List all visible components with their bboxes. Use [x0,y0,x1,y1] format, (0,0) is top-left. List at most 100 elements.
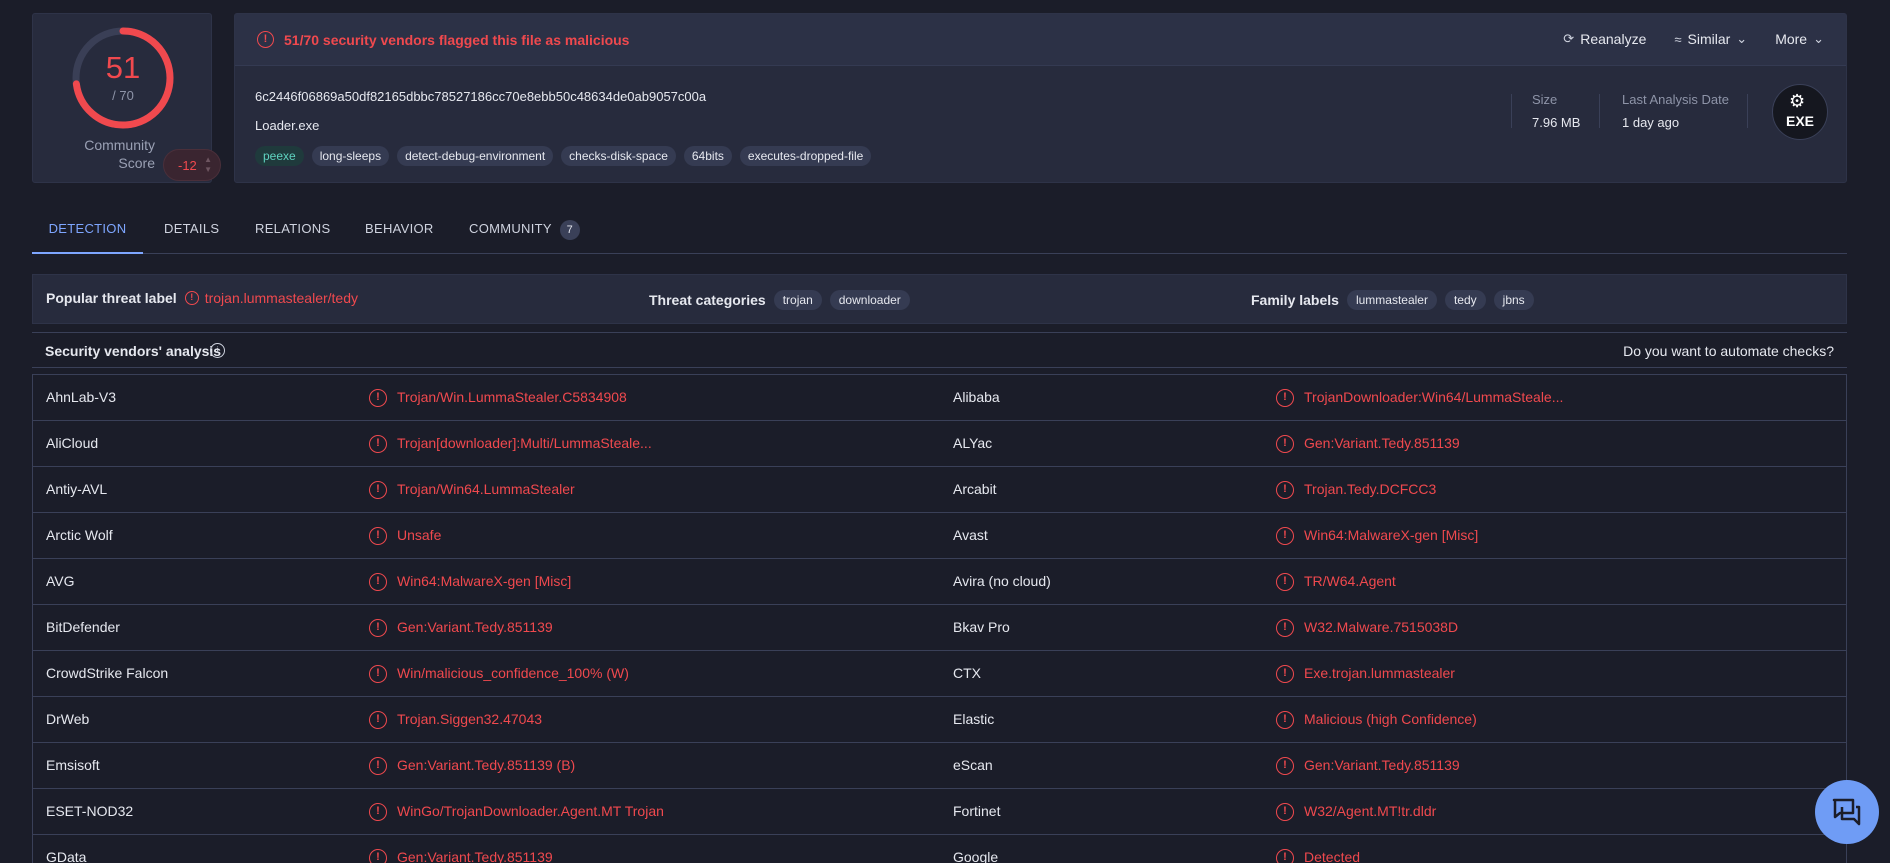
alert-icon: ! [1276,527,1294,545]
file-hash[interactable]: 6c2446f06869a50df82165dbbc78527186cc70e8… [255,89,706,104]
last-analysis-date: Last Analysis Date 1 day ago [1622,92,1729,130]
vendor-name: AliCloud [46,435,99,451]
alert-icon: ! [1276,803,1294,821]
tab-community[interactable]: COMMUNITY 7 [469,214,580,254]
popular-threat-value: trojan.lummastealer/tedy [204,290,358,306]
vendor-name: Avast [953,527,988,543]
malicious-alert-text: 51/70 security vendors flagged this file… [284,32,630,48]
divider [1599,94,1600,128]
alert-icon: ! [369,527,387,545]
threat-category-pill[interactable]: trojan [773,290,822,310]
file-size-label: Size [1532,92,1558,107]
vendor-result: Malicious (high Confidence) [1304,711,1477,727]
file-tag[interactable]: long-sleeps [311,146,390,166]
chat-icon [1832,798,1861,826]
vendor-name: Bkav Pro [953,619,1010,635]
file-tag[interactable]: checks-disk-space [561,146,676,166]
vendor-name: CTX [953,665,981,681]
family-label-pill[interactable]: lummastealer [1346,290,1437,310]
alert-icon: ! [369,849,387,863]
chat-button[interactable] [1815,780,1879,844]
tab-relations[interactable]: RELATIONS [255,214,330,254]
vendor-result: Trojan.Siggen32.47043 [397,711,543,727]
table-row: Arctic Wolf! Unsafe Avast! Win64:MalwareX-g… [33,513,1846,559]
popular-threat-label: Popular threat label ! trojan.lummasteal… [46,290,358,306]
more-button[interactable]: More ⌄ [1775,31,1824,47]
vendor-result: Trojan.Tedy.DCFCC3 [1304,481,1437,497]
gear-icon: ⚙ [1789,91,1806,111]
vendor-name: AVG [46,573,75,589]
vendor-name: Elastic [953,711,995,727]
file-type-badge: ⚙ EXE [1772,84,1828,140]
file-tag[interactable]: detect-debug-environment [397,146,554,166]
vendor-result: Gen:Variant.Tedy.851139 [397,849,553,863]
alert-icon: ! [369,757,387,775]
family-labels: Family labels lummastealer tedy jbns [1251,290,1534,310]
divider [1747,94,1748,128]
file-tag[interactable]: 64bits [683,146,732,166]
vendor-result: Detected [1304,849,1361,863]
file-size-value: 7.96 MB [1532,115,1581,130]
community-score-label: Community Score [84,137,155,171]
community-count-badge: 7 [559,220,580,240]
table-row: ESET-NOD32! WinGo/TrojanDownloader.Agent.… [33,789,1846,835]
tab-behavior[interactable]: BEHAVIOR [365,214,434,254]
vote-arrows-icon[interactable]: ▲ ▼ [204,155,212,175]
alert-icon: ! [369,573,387,591]
vendors-analysis-header: Security vendors' analysis i Do you want… [32,332,1847,368]
alert-icon: ! [1276,573,1294,591]
vendor-result: Unsafe [397,527,442,543]
last-analysis-label: Last Analysis Date [1622,92,1729,107]
alert-icon: ! [369,389,387,407]
info-icon[interactable]: i [210,343,225,358]
refresh-icon: ⟳ [1563,31,1575,46]
chevron-down-icon: ⌄ [1736,31,1748,46]
alert-icon: ! [1276,711,1294,729]
vendor-result: Gen:Variant.Tedy.851139 [1304,757,1460,773]
table-row: BitDefender! Gen:Variant.Tedy.851139 Bkav … [33,605,1846,651]
table-row: AhnLab-V3! Trojan/Win.LummaStealer.C58349… [33,375,1846,421]
vendor-name: Fortinet [953,803,1001,819]
family-label-pill[interactable]: tedy [1444,290,1486,310]
vendor-result: Win64:MalwareX-gen [Misc] [397,573,572,589]
vendor-name: Arcabit [953,481,997,497]
alert-icon: ! [1276,619,1294,637]
file-size: Size 7.96 MB [1532,92,1580,130]
vendor-result: Gen:Variant.Tedy.851139 [1304,435,1460,451]
alert-icon: ! [184,291,199,305]
vendor-name: ESET-NOD32 [46,803,134,819]
threat-category-pill[interactable]: downloader [829,290,910,310]
similar-button[interactable]: ≈ Similar ⌄ [1674,31,1747,47]
file-summary-card: ! 51/70 security vendors flagged this fi… [234,13,1847,183]
vendor-name: ALYac [953,435,993,451]
file-type-label: EXE [1785,113,1814,129]
vendor-name: BitDefender [46,619,120,635]
table-row: GData! Gen:Variant.Tedy.851139 Google! Dete… [33,835,1846,863]
vendor-name: Google [953,849,999,863]
vendor-name: Antiy-AVL [46,481,108,497]
reanalyze-button[interactable]: ⟳ Reanalyze [1563,31,1646,47]
vendor-result: W32/Agent.MT!tr.dldr [1304,803,1437,819]
similar-icon: ≈ [1674,31,1682,47]
file-tag[interactable]: executes-dropped-file [739,146,872,166]
file-tag[interactable]: peexe [255,146,304,166]
alert-icon: ! [369,435,387,453]
last-analysis-value: 1 day ago [1622,115,1680,130]
alert-icon: ! [369,665,387,683]
community-score-widget[interactable]: -12 ▲ ▼ [163,149,221,181]
table-row: Antiy-AVL! Trojan/Win64.LummaStealer Arcab… [33,467,1846,513]
vendor-name: CrowdStrike Falcon [46,665,169,681]
automate-checks-link[interactable]: Do you want to automate checks? [1623,343,1834,359]
vendor-result: Gen:Variant.Tedy.851139 (B) [397,757,576,773]
similar-label: Similar [1687,31,1731,47]
table-row: CrowdStrike Falcon! Win/malicious_confide… [33,651,1846,697]
tab-detection[interactable]: DETECTION [32,214,143,254]
family-label-pill[interactable]: jbns [1493,290,1534,310]
alert-icon: ! [1276,435,1294,453]
community-score-value: -12 [178,158,197,173]
vendor-name: Arctic Wolf [46,527,113,543]
alert-icon: ! [369,481,387,499]
alert-icon: ! [369,803,387,821]
table-row: DrWeb! Trojan.Siggen32.47043 Elastic! Malic… [33,697,1846,743]
tab-details[interactable]: DETAILS [164,214,219,254]
